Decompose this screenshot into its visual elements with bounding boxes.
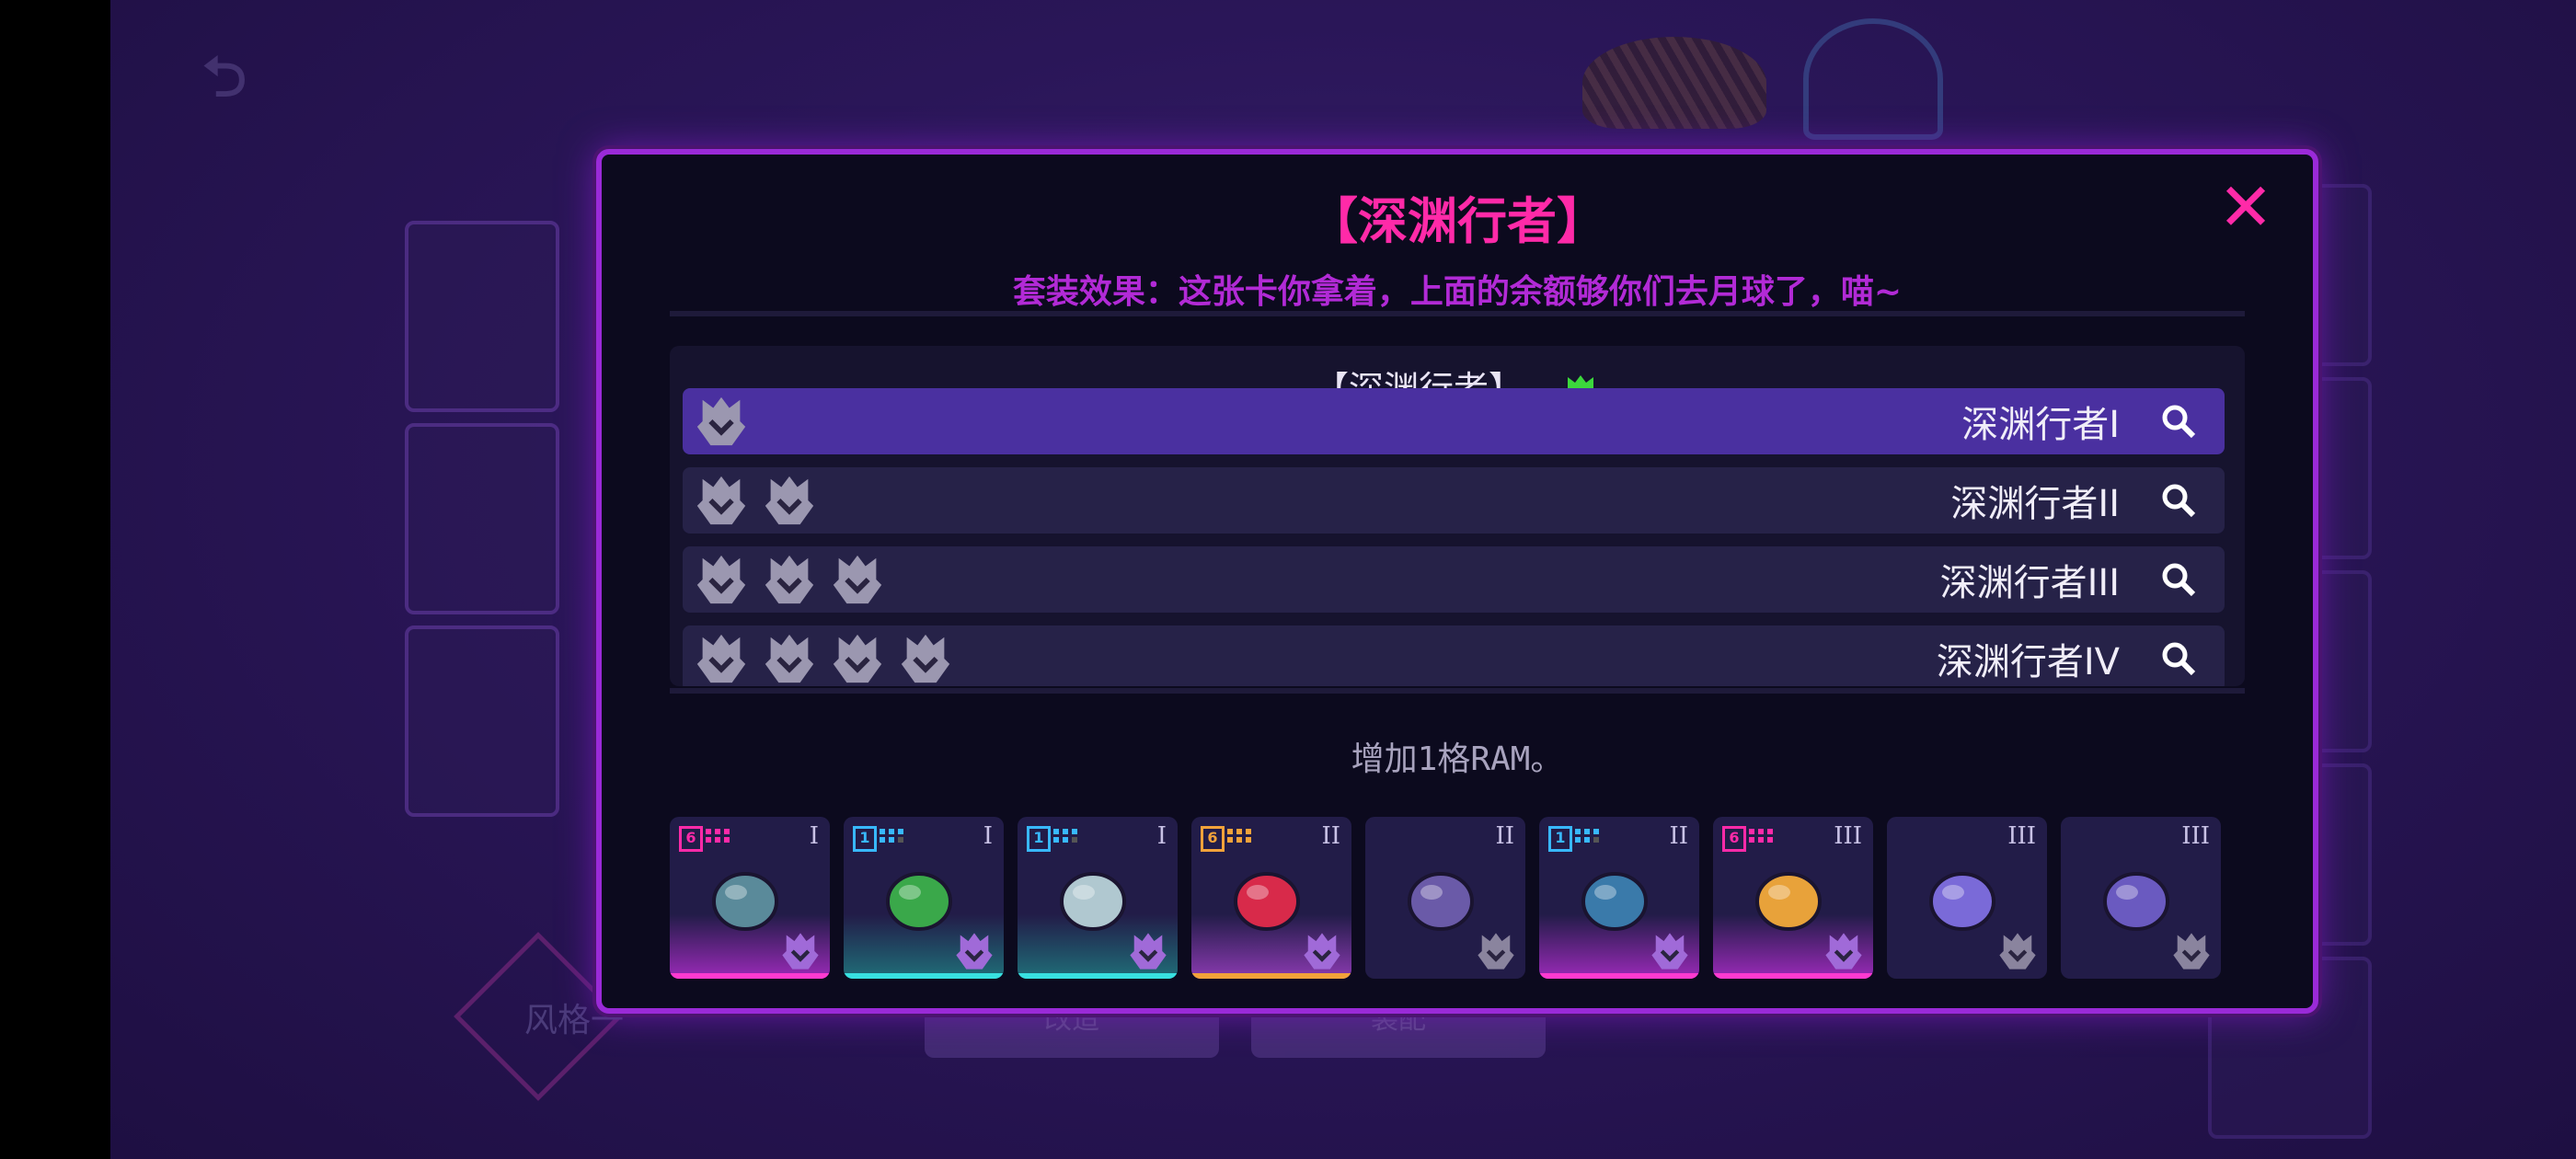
set-emblem-icon bbox=[765, 476, 814, 525]
set-emblem-icon bbox=[1825, 933, 1862, 970]
tier-name: 深渊行者III bbox=[1939, 562, 2120, 604]
tier-row-4[interactable]: 深渊行者IV bbox=[683, 625, 2225, 686]
set-detail-modal: 【深渊行者】 ✕ 套装效果：这张卡你拿着，上面的余额够你们去月球了，喵~ 【深渊… bbox=[596, 149, 2318, 1014]
cost-dots-icon bbox=[706, 829, 730, 843]
tier-icons bbox=[683, 550, 887, 609]
set-emblem-icon bbox=[696, 396, 746, 446]
set-emblem-icon bbox=[1651, 933, 1688, 970]
card-slot[interactable]: 6 II bbox=[1191, 817, 1351, 979]
cost-badge: 6 bbox=[679, 826, 703, 852]
cost-badge: 6 bbox=[1201, 826, 1225, 852]
pie-icon bbox=[1755, 872, 1822, 931]
rarity-bar bbox=[1887, 973, 2047, 979]
set-emblem-icon bbox=[1304, 933, 1340, 970]
rarity-bar bbox=[2061, 973, 2221, 979]
set-tier-list[interactable]: 【深渊行者】 深渊行者I 深渊行者II bbox=[670, 346, 2245, 686]
close-button[interactable]: ✕ bbox=[2214, 174, 2278, 240]
gun-icon bbox=[712, 872, 778, 931]
cost-dots-icon bbox=[880, 829, 903, 843]
vase-icon bbox=[2103, 872, 2169, 931]
tier-effect-text: 增加1格RAM。 bbox=[1351, 740, 1564, 778]
tier-row-2[interactable]: 深渊行者II bbox=[683, 467, 2225, 534]
set-emblem-icon bbox=[1999, 933, 2036, 970]
card-tier-label: I bbox=[983, 822, 993, 850]
rarity-bar bbox=[1365, 973, 1525, 979]
set-effect-text: 套装效果：这张卡你拿着，上面的余额够你们去月球了，喵~ bbox=[1012, 273, 1903, 311]
set-emblem-icon bbox=[1478, 933, 1514, 970]
rarity-bar bbox=[844, 973, 1004, 979]
card-slot[interactable]: 1 II bbox=[1539, 817, 1699, 979]
set-emblem-icon bbox=[833, 555, 882, 604]
snake-icon bbox=[1234, 872, 1300, 931]
cost-badge: 1 bbox=[1027, 826, 1051, 852]
card-slot[interactable]: 1I bbox=[1018, 817, 1178, 979]
bg-card bbox=[405, 423, 559, 614]
card-slot[interactable]: 6 III bbox=[1713, 817, 1873, 979]
card-tier-label: III bbox=[2007, 822, 2036, 850]
search-icon[interactable] bbox=[2158, 559, 2199, 600]
bg-card bbox=[405, 221, 559, 412]
set-emblem-icon bbox=[765, 555, 814, 604]
tier-icons bbox=[683, 471, 819, 530]
rarity-bar bbox=[1018, 973, 1178, 979]
bg-card bbox=[405, 625, 559, 817]
tier-icons bbox=[683, 629, 955, 686]
rarity-bar bbox=[1539, 973, 1699, 979]
back-icon[interactable]: ⮌ bbox=[202, 37, 267, 109]
cost-dots-icon bbox=[1749, 829, 1773, 843]
tier-row-1[interactable]: 深渊行者I bbox=[683, 388, 2225, 454]
cost-badge: 6 bbox=[1722, 826, 1746, 852]
rarity-bar bbox=[1713, 973, 1873, 979]
card-tier-label: III bbox=[2181, 822, 2210, 850]
cat-icon bbox=[886, 872, 952, 931]
card-tier-label: II bbox=[1669, 822, 1688, 850]
card-slot[interactable]: 1I bbox=[844, 817, 1004, 979]
card-slot[interactable]: II bbox=[1365, 817, 1525, 979]
cost-dots-icon bbox=[1053, 829, 1077, 843]
card-slot[interactable]: III bbox=[1887, 817, 2047, 979]
cost-badge: 1 bbox=[1548, 826, 1572, 852]
modal-title: 【深渊行者】 bbox=[1308, 191, 1606, 250]
clam-icon bbox=[1408, 872, 1474, 931]
card-tier-label: III bbox=[1834, 822, 1862, 850]
cost-badge: 1 bbox=[853, 826, 877, 852]
tier-name: 深渊行者IV bbox=[1936, 641, 2120, 683]
set-emblem-icon bbox=[1130, 933, 1167, 970]
shark-icon bbox=[1803, 18, 1943, 140]
divider bbox=[670, 688, 2245, 694]
cost-dots-icon bbox=[1227, 829, 1251, 843]
set-emblem-icon bbox=[901, 634, 950, 683]
rarity-bar bbox=[670, 973, 830, 979]
set-emblem-icon bbox=[696, 555, 746, 604]
divider bbox=[670, 311, 2245, 316]
search-icon[interactable] bbox=[2158, 638, 2199, 679]
tier-row-3[interactable]: 深渊行者III bbox=[683, 546, 2225, 613]
card-row[interactable]: 6 I 1 I 1 I 6 II II 1 II 6 III III III bbox=[670, 817, 2256, 984]
set-emblem-icon bbox=[765, 634, 814, 683]
rarity-bar bbox=[1191, 973, 1351, 979]
card-slot[interactable]: 6I bbox=[670, 817, 830, 979]
card-tier-label: I bbox=[809, 822, 819, 850]
set-emblem-icon bbox=[782, 933, 819, 970]
game-screen: ⮌ 风格一 改造 装配 【深渊行者】 ✕ 套装效果：这张卡你拿着，上面的余额够你… bbox=[110, 0, 2576, 1159]
cost-dots-icon bbox=[1575, 829, 1599, 843]
search-icon[interactable] bbox=[2158, 480, 2199, 521]
tooth-icon bbox=[1929, 872, 1995, 931]
map-icon bbox=[1060, 872, 1126, 931]
card-tier-label: I bbox=[1156, 822, 1167, 850]
card-tier-label: II bbox=[1495, 822, 1514, 850]
set-emblem-icon bbox=[956, 933, 993, 970]
card-slot[interactable]: III bbox=[2061, 817, 2221, 979]
set-emblem-icon bbox=[696, 634, 746, 683]
hedgehog-sprite bbox=[1582, 37, 1766, 129]
card-tier-label: II bbox=[1321, 822, 1340, 850]
tier-name: 深渊行者II bbox=[1950, 483, 2120, 525]
set-emblem-icon bbox=[696, 476, 746, 525]
monitor-icon bbox=[1581, 872, 1648, 931]
tier-name: 深渊行者I bbox=[1961, 404, 2120, 446]
set-emblem-icon bbox=[2173, 933, 2210, 970]
tier-icons bbox=[683, 392, 751, 451]
search-icon[interactable] bbox=[2158, 401, 2199, 442]
set-emblem-icon bbox=[833, 634, 882, 683]
